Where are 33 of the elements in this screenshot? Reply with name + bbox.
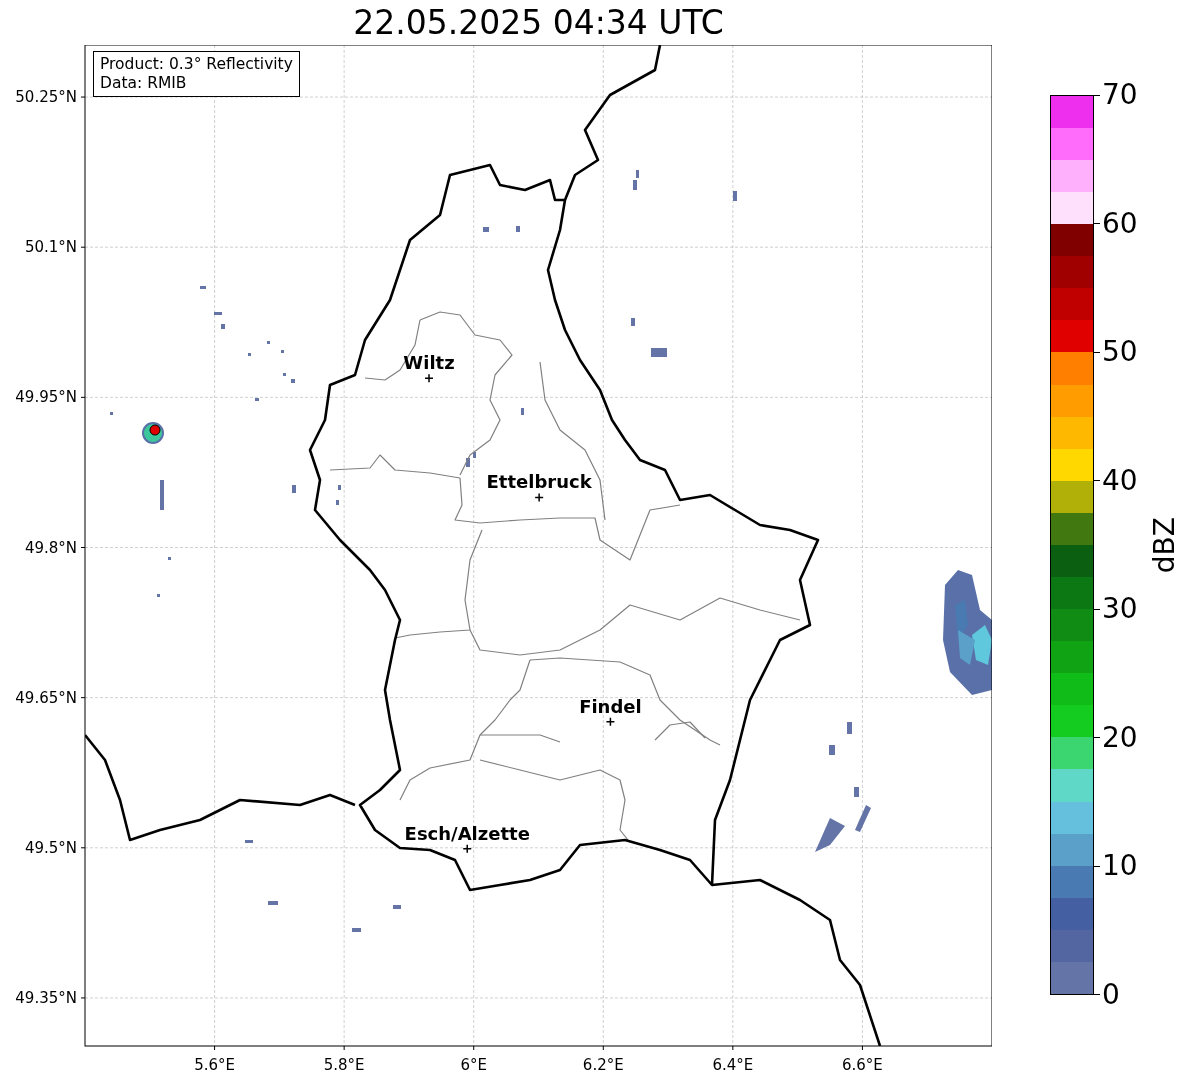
- city-marker-icon: [424, 373, 434, 384]
- colorbar-tick-label: 50: [1102, 337, 1138, 368]
- colorbar-tick-label: 60: [1102, 208, 1138, 239]
- y-tick-label: 49.95°N: [15, 388, 77, 407]
- colorbar-tick-label: 10: [1102, 851, 1138, 882]
- plot-title: 22.05.2025 04:34 UTC: [353, 2, 724, 43]
- radar-site-icon: [142, 422, 164, 444]
- colorbar-tick-label: 0: [1102, 979, 1120, 1010]
- colorbar-tick-label: 40: [1102, 465, 1138, 496]
- x-tick-label: 5.6°E: [194, 1056, 235, 1074]
- product-info-text: Product: 0.3° Reflectivity Data: RMIB: [93, 51, 300, 97]
- x-tick-label: 6°E: [460, 1056, 487, 1074]
- y-tick-label: 50.1°N: [24, 238, 77, 257]
- city-label: Wiltz: [403, 352, 455, 374]
- city-marker-icon: [462, 844, 472, 854]
- city-label: Findel: [579, 695, 642, 717]
- colorbar-tick-label: 30: [1102, 594, 1138, 625]
- y-tick-label: 50.25°N: [15, 88, 77, 107]
- city-label: Ettelbruck: [486, 471, 592, 493]
- y-tick-label: 49.8°N: [24, 538, 77, 557]
- city-marker-icon: [534, 492, 544, 503]
- x-tick-label: 6.2°E: [582, 1056, 624, 1074]
- city-label: Esch/Alzette: [404, 822, 530, 844]
- y-tick-label: 49.35°N: [15, 988, 77, 1007]
- colorbar-tick-label: 70: [1102, 80, 1138, 110]
- x-tick-label: 5.8°E: [323, 1056, 365, 1074]
- y-tick-label: 49.65°N: [15, 688, 77, 707]
- x-tick-label: 6.4°E: [712, 1056, 754, 1074]
- y-tick-label: 49.5°N: [24, 838, 77, 857]
- colorbar-label: dBZ: [1147, 516, 1181, 574]
- colorbar-tick-label: 20: [1102, 722, 1138, 753]
- x-tick-label: 6.6°E: [842, 1056, 883, 1074]
- city-marker-icon: [605, 716, 616, 727]
